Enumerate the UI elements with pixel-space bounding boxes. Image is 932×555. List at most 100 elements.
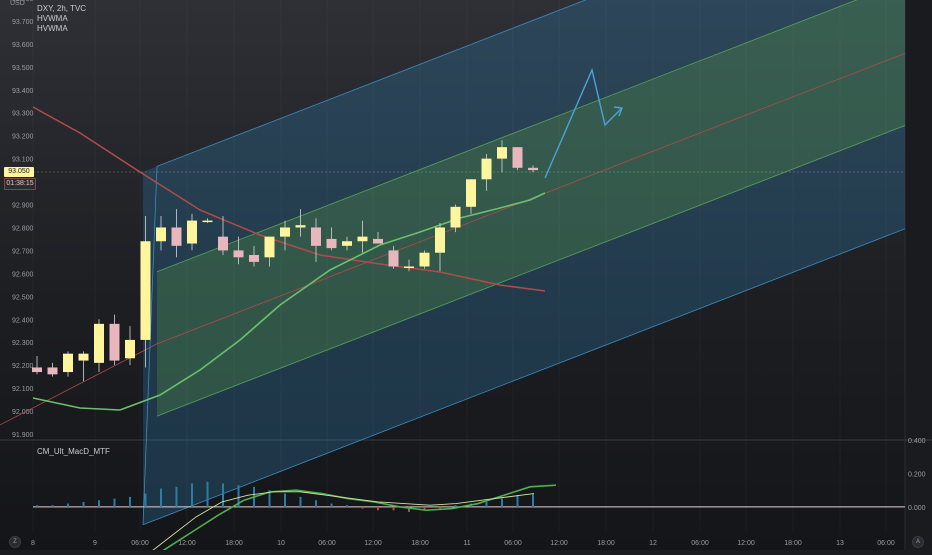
- y-tick-label: 92.700: [12, 248, 34, 255]
- candle-body: [326, 238, 337, 249]
- macd-histogram-bar: [129, 496, 131, 507]
- x-tick-label: 11: [463, 540, 470, 547]
- price-axis: [905, 0, 932, 550]
- candle-body: [109, 323, 120, 361]
- macd-histogram-bar: [222, 483, 224, 507]
- y-tick-label: 91.900: [12, 432, 34, 439]
- x-tick-label: 06:00: [691, 540, 709, 547]
- candle-body: [481, 158, 492, 180]
- x-tick-label: 12:00: [550, 540, 568, 547]
- macd-histogram-bar: [206, 481, 209, 507]
- candle-body: [125, 339, 135, 359]
- y-tick-label: 93.300: [12, 111, 34, 118]
- y-tick-label: 92.900: [12, 203, 34, 210]
- macd-histogram-bar: [113, 498, 116, 507]
- indicator-hvwma-1[interactable]: HVWMA: [37, 14, 86, 24]
- x-tick-label: 18:00: [411, 540, 429, 547]
- y-tick-label: 93.200: [12, 134, 34, 141]
- y-tick-label: 93.400: [12, 88, 34, 95]
- x-tick-label: 12:00: [178, 540, 196, 547]
- candle-body: [156, 227, 166, 242]
- x-tick-label: 13: [836, 540, 844, 547]
- y-tick-label: 93.500: [12, 65, 34, 72]
- macd-histogram-bar: [392, 506, 395, 511]
- candle-body: [311, 227, 321, 246]
- indicator-hvwma-2[interactable]: HVWMA: [37, 24, 86, 34]
- x-tick-label: 06:00: [877, 540, 895, 547]
- macd-histogram-bar: [82, 501, 85, 507]
- candle-body: [419, 252, 430, 267]
- macd-histogram-bar: [175, 486, 178, 507]
- y-tick-label: 92.500: [12, 294, 34, 301]
- x-tick-label: 10: [277, 540, 285, 547]
- macd-histogram-bar: [160, 488, 162, 507]
- macd-histogram-bar: [346, 505, 348, 507]
- macd-histogram-bar: [377, 506, 379, 511]
- macd-histogram-bar: [516, 495, 519, 507]
- y-tick-label: 92.100: [12, 386, 34, 393]
- candle-body: [249, 255, 259, 262]
- x-tick-label: 9: [93, 540, 97, 547]
- x-tick-label: 06:00: [504, 540, 522, 547]
- macd-y-tick-label: 0.000: [908, 505, 926, 512]
- candle-body: [295, 225, 306, 228]
- y-tick-label: 92.600: [12, 271, 34, 278]
- x-tick-label: 18:00: [784, 540, 802, 547]
- y-tick-label: 92.400: [12, 317, 34, 324]
- candle-body: [171, 227, 182, 246]
- macd-histogram-bar: [67, 503, 69, 507]
- candle-body: [388, 250, 399, 267]
- zoom-button[interactable]: Z: [9, 536, 21, 548]
- macd-histogram-bar: [284, 493, 286, 507]
- macd-histogram-bar: [98, 500, 100, 507]
- macd-legend[interactable]: CM_Ult_MacD_MTF: [37, 447, 110, 456]
- y-tick-label: 93.600: [12, 42, 34, 49]
- currency-label: USD: [10, 0, 25, 7]
- macd-y-tick-label: 0.200: [908, 471, 926, 478]
- candle-body: [94, 323, 104, 363]
- candle-body: [280, 227, 290, 237]
- candle-body: [528, 167, 538, 171]
- candle-body: [373, 238, 383, 244]
- candle-body: [497, 147, 507, 159]
- macd-histogram-bar: [439, 506, 441, 509]
- x-tick-label: 12:00: [364, 540, 382, 547]
- y-tick-label: 92.800: [12, 225, 34, 232]
- candle-body: [202, 220, 213, 223]
- candle-body: [435, 227, 445, 253]
- macd-histogram-bar: [361, 506, 364, 509]
- candle-body: [32, 367, 42, 373]
- price-chart-svg[interactable]: 91.900 92.000 92.100 92.200 92.300 92.400 92.5…: [0, 0, 932, 555]
- candle-body: [466, 179, 476, 207]
- candle-body: [187, 220, 197, 244]
- y-tick-label: 92.300: [12, 340, 34, 347]
- candle-body: [63, 353, 73, 373]
- auto-scale-button[interactable]: A: [912, 536, 924, 548]
- macd-histogram-bar: [501, 498, 503, 507]
- x-tick-label: 06:00: [318, 540, 336, 547]
- candle-body: [357, 236, 368, 242]
- macd-histogram-bar: [532, 493, 534, 507]
- x-tick-label: 18:00: [225, 540, 243, 547]
- y-tick-label: 93.700: [12, 19, 34, 26]
- x-tick-label: 12: [649, 540, 657, 547]
- candle-body: [233, 250, 244, 258]
- symbol-line[interactable]: DXY, 2h, TVC: [37, 4, 86, 14]
- candle-body: [450, 206, 461, 228]
- macd-histogram-bar: [191, 483, 193, 507]
- chart-legend: DXY, 2h, TVC HVWMA HVWMA: [37, 4, 86, 34]
- countdown-tag: 01:38:15: [4, 178, 36, 190]
- candle-body: [47, 367, 58, 375]
- candle-body: [218, 236, 228, 251]
- macd-histogram-bar: [485, 501, 488, 507]
- candle-body: [78, 353, 89, 361]
- macd-histogram-bar: [51, 505, 54, 507]
- candle-body: [264, 236, 275, 258]
- candle-body: [342, 241, 352, 246]
- macd-histogram-bar: [299, 496, 302, 507]
- macd-histogram-bar: [144, 493, 147, 507]
- chart-area[interactable]: 91.900 92.000 92.100 92.200 92.300 92.400 92.5…: [0, 0, 932, 555]
- candle-body: [404, 266, 414, 268]
- y-tick-label: 92.200: [12, 363, 34, 370]
- current-price-tag: 93.050: [4, 167, 34, 177]
